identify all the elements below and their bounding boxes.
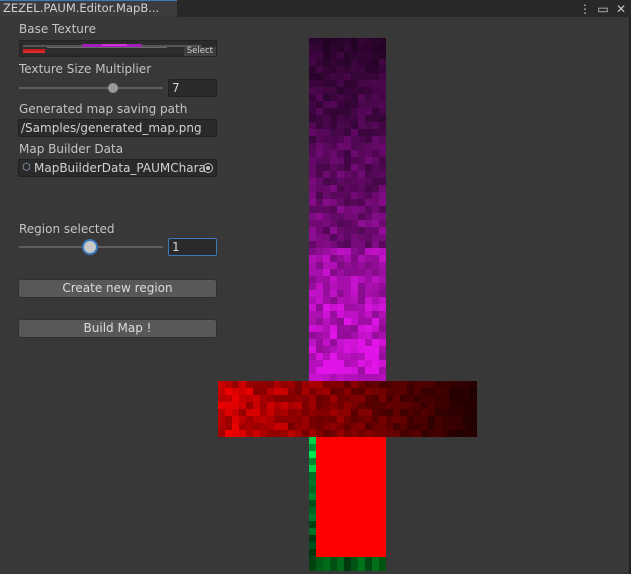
map-preview (218, 38, 477, 571)
